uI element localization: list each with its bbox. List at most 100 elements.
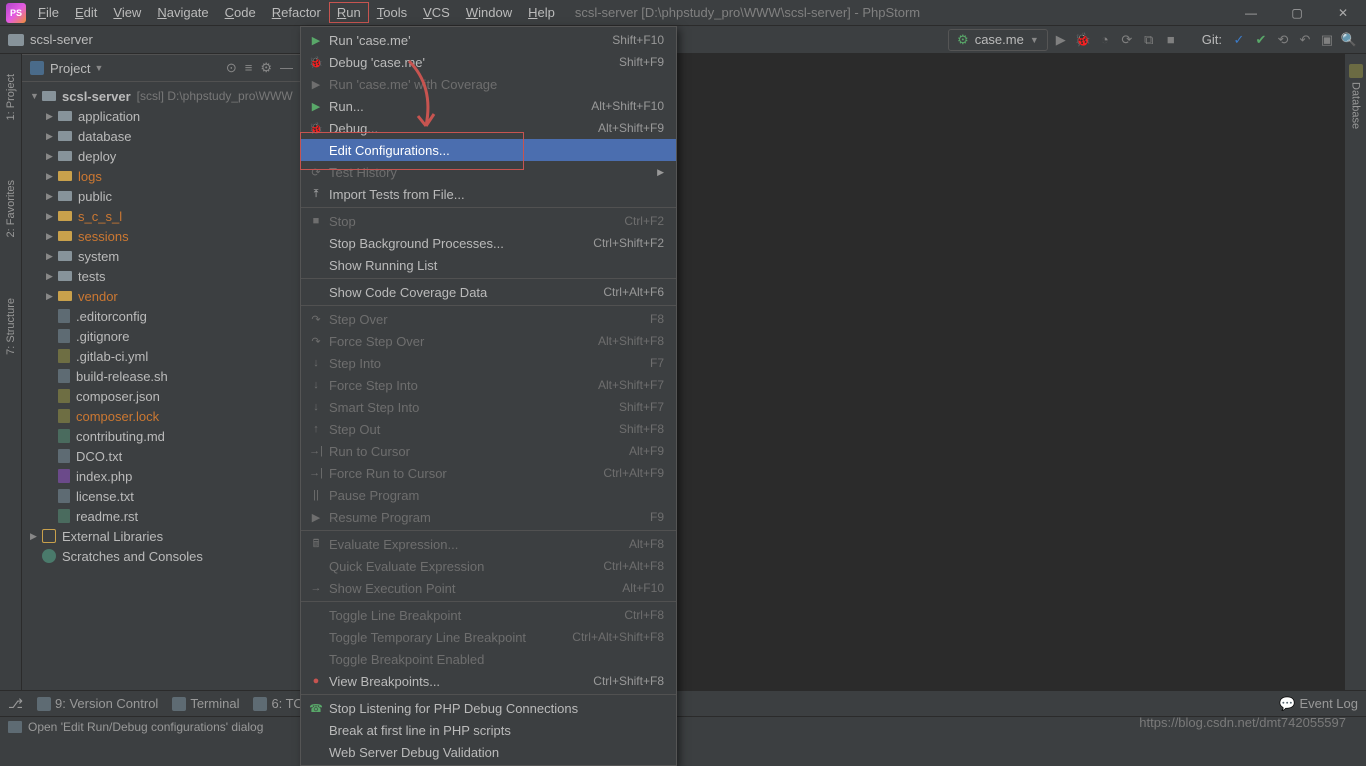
profile-button[interactable]: ⟳	[1118, 32, 1136, 48]
bottom-tool[interactable]: Terminal	[172, 696, 239, 711]
menu-item[interactable]: Stop Background Processes...Ctrl+Shift+F…	[301, 232, 676, 254]
tree-row[interactable]: database	[22, 126, 301, 146]
menu-item[interactable]: ☎Stop Listening for PHP Debug Connection…	[301, 697, 676, 719]
event-log-label: Event Log	[1299, 696, 1358, 711]
collapse-icon[interactable]: ≡	[245, 60, 253, 76]
tree-row[interactable]: license.txt	[22, 486, 301, 506]
maximize-button[interactable]: ▢	[1274, 6, 1320, 20]
git-history-button[interactable]: ⟲	[1274, 32, 1292, 48]
breadcrumb-root[interactable]: scsl-server	[30, 32, 93, 47]
menu-item: ↓Step IntoF7	[301, 352, 676, 374]
run-config-name: case.me	[975, 32, 1024, 47]
tree-row[interactable]: index.php	[22, 466, 301, 486]
tree-row[interactable]: build-release.sh	[22, 366, 301, 386]
status-text: Open 'Edit Run/Debug configurations' dia…	[28, 720, 263, 734]
locate-icon[interactable]: ⊙	[226, 60, 237, 76]
minimize-button[interactable]: —	[1228, 6, 1274, 20]
menu-item: →|Force Run to CursorCtrl+Alt+F9	[301, 462, 676, 484]
menu-edit[interactable]: Edit	[67, 2, 105, 23]
event-log-button[interactable]: 💬 Event Log	[1279, 696, 1358, 712]
menu-item[interactable]: Web Server Debug Validation	[301, 741, 676, 763]
tree-row[interactable]: .gitlab-ci.yml	[22, 346, 301, 366]
tree-row[interactable]: composer.lock	[22, 406, 301, 426]
menu-item[interactable]: ▶Run 'case.me'Shift+F10	[301, 29, 676, 51]
menu-item: ■StopCtrl+F2	[301, 210, 676, 232]
menu-tools[interactable]: Tools	[369, 2, 415, 23]
tree-row[interactable]: application	[22, 106, 301, 126]
tree-row[interactable]: contributing.md	[22, 426, 301, 446]
menu-item: Toggle Line BreakpointCtrl+F8	[301, 604, 676, 626]
hide-icon[interactable]: —	[280, 60, 293, 76]
tree-row[interactable]: readme.rst	[22, 506, 301, 526]
settings-icon[interactable]: ⚙	[260, 60, 272, 76]
left-tab[interactable]: 2: Favorites	[5, 180, 17, 237]
search-everywhere-button[interactable]: 🔍	[1340, 32, 1358, 48]
menu-item[interactable]: 🐞Debug 'case.me'Shift+F9	[301, 51, 676, 73]
menu-item[interactable]: Show Running List	[301, 254, 676, 276]
project-view-label[interactable]: Project	[50, 61, 90, 76]
tree-row[interactable]: sessions	[22, 226, 301, 246]
tree-row[interactable]: composer.json	[22, 386, 301, 406]
branch-icon[interactable]: ⎇	[8, 696, 23, 712]
git-commit-button[interactable]: ✔	[1252, 32, 1270, 48]
stop-button[interactable]: ■	[1162, 32, 1180, 47]
database-tab[interactable]: Database	[1350, 82, 1362, 129]
menu-item[interactable]: Edit Configurations...	[301, 139, 676, 161]
ide-settings-button[interactable]: ▣	[1318, 32, 1336, 48]
run-menu-dropdown: ▶Run 'case.me'Shift+F10🐞Debug 'case.me'S…	[300, 26, 677, 766]
tree-row[interactable]: logs	[22, 166, 301, 186]
run-config-selector[interactable]: ⚙ case.me ▼	[948, 29, 1048, 51]
status-icon	[8, 721, 22, 733]
tree-row[interactable]: s_c_s_l	[22, 206, 301, 226]
tree-row[interactable]: scsl-server [scsl] D:\phpstudy_pro\WWW	[22, 86, 301, 106]
title-bar: PS FileEditViewNavigateCodeRefactorRunTo…	[0, 0, 1366, 26]
chevron-down-icon[interactable]: ▼	[94, 63, 103, 73]
menu-view[interactable]: View	[105, 2, 149, 23]
app-logo: PS	[6, 3, 26, 23]
menu-window[interactable]: Window	[458, 2, 520, 23]
left-tab[interactable]: 1: Project	[5, 74, 17, 120]
menu-code[interactable]: Code	[217, 2, 264, 23]
menu-refactor[interactable]: Refactor	[264, 2, 329, 23]
toolbar: scsl-server ⚙ case.me ▼ ▶ 🐞 ◔ ⟳ ⧉ ■ Git:…	[0, 26, 1366, 54]
menu-item: ▶Run 'case.me' with Coverage	[301, 73, 676, 95]
tree-row[interactable]: DCO.txt	[22, 446, 301, 466]
tree-row[interactable]: deploy	[22, 146, 301, 166]
menu-item[interactable]: ▶Run...Alt+Shift+F10	[301, 95, 676, 117]
menu-item[interactable]: ⤒Import Tests from File...	[301, 183, 676, 205]
menu-item[interactable]: ●View Breakpoints...Ctrl+Shift+F8	[301, 670, 676, 692]
toolbar-right: ⚙ case.me ▼ ▶ 🐞 ◔ ⟳ ⧉ ■ Git: ✓ ✔ ⟲ ↶ ▣ 🔍	[948, 29, 1358, 51]
right-gutter: Database	[1344, 54, 1366, 696]
bottom-tool[interactable]: 9: Version Control	[37, 696, 158, 711]
tree-row[interactable]: External Libraries	[22, 526, 301, 546]
tree-row[interactable]: system	[22, 246, 301, 266]
left-tab[interactable]: 7: Structure	[5, 298, 17, 355]
menu-item: ↑Step OutShift+F8	[301, 418, 676, 440]
menu-help[interactable]: Help	[520, 2, 563, 23]
tree-row[interactable]: .editorconfig	[22, 306, 301, 326]
menu-item: →|Run to CursorAlt+F9	[301, 440, 676, 462]
project-tree[interactable]: scsl-server [scsl] D:\phpstudy_pro\WWWap…	[22, 82, 301, 570]
debug-button[interactable]: 🐞	[1074, 32, 1092, 48]
menu-item[interactable]: Show Code Coverage DataCtrl+Alt+F6	[301, 281, 676, 303]
menu-vcs[interactable]: VCS	[415, 2, 458, 23]
tree-row[interactable]: vendor	[22, 286, 301, 306]
coverage-button[interactable]: ◔	[1096, 32, 1114, 47]
menu-item: ⟳Test History▶	[301, 161, 676, 183]
tree-row[interactable]: public	[22, 186, 301, 206]
run-button[interactable]: ▶	[1052, 32, 1070, 48]
git-revert-button[interactable]: ↶	[1296, 32, 1314, 48]
tree-row[interactable]: tests	[22, 266, 301, 286]
menu-item[interactable]: Break at first line in PHP scripts	[301, 719, 676, 741]
menu-item: 🖩Evaluate Expression...Alt+F8	[301, 533, 676, 555]
menu-navigate[interactable]: Navigate	[149, 2, 216, 23]
menu-item[interactable]: 🐞Debug...Alt+Shift+F9	[301, 117, 676, 139]
tree-row[interactable]: .gitignore	[22, 326, 301, 346]
tree-row[interactable]: Scratches and Consoles	[22, 546, 301, 566]
git-update-button[interactable]: ✓	[1230, 32, 1248, 48]
attach-button[interactable]: ⧉	[1140, 32, 1158, 48]
menu-run[interactable]: Run	[329, 2, 369, 23]
menu-file[interactable]: File	[30, 2, 67, 23]
close-button[interactable]: ✕	[1320, 6, 1366, 20]
menu-item: →Show Execution PointAlt+F10	[301, 577, 676, 599]
